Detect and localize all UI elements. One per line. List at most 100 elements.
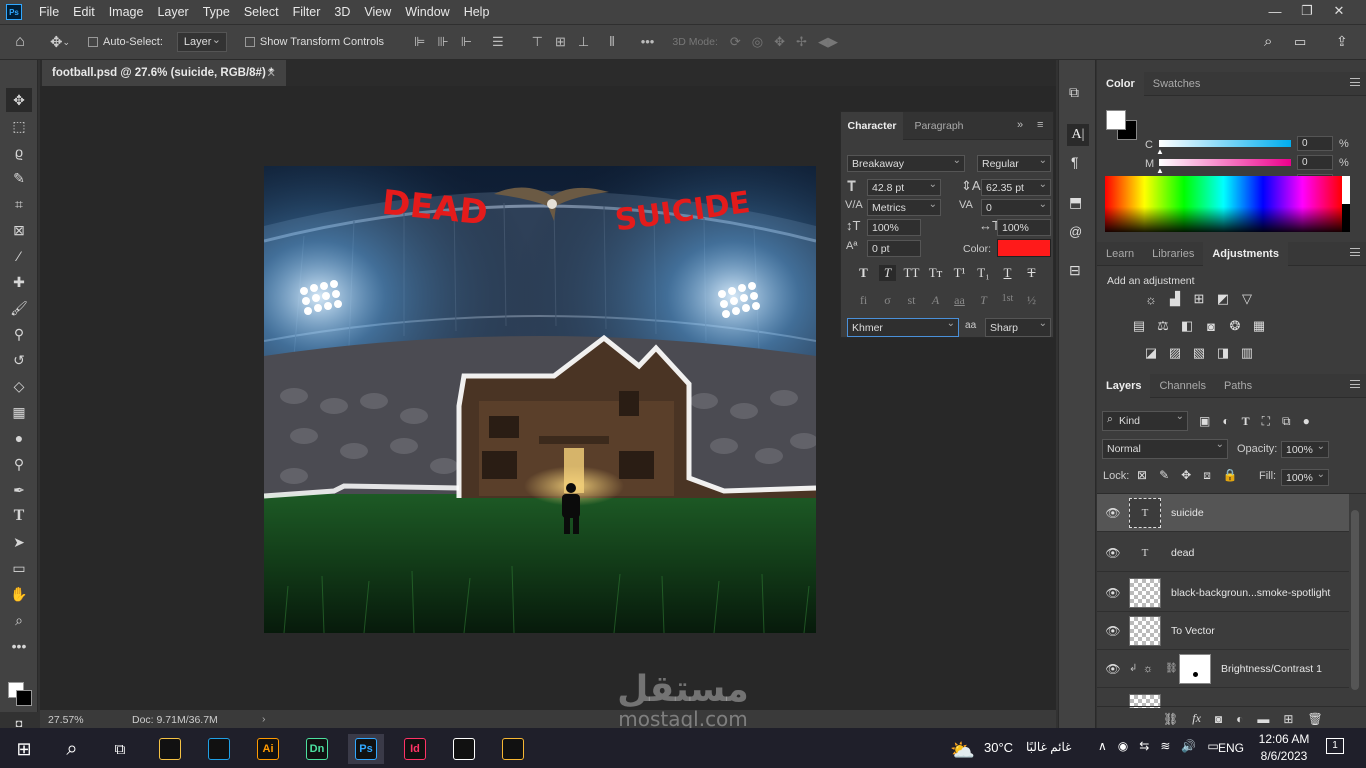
battery-icon[interactable]: ▭ [1207,739,1218,753]
fractions-button[interactable]: ½ [1023,293,1040,308]
lock-transparent-icon[interactable]: ⊠ [1137,468,1147,483]
align-left-icon[interactable]: ⊫ [414,34,425,50]
visibility-eye-icon[interactable]: 👁 [1097,586,1129,600]
layer-name[interactable]: suicide [1171,507,1204,519]
lock-all-icon[interactable]: 🔒 [1223,468,1238,483]
glyphs-panel-icon[interactable]: @ [1069,224,1082,239]
edit-toolbar-icon[interactable]: ••• [6,634,32,658]
taskbar-app-photoshop[interactable]: Ps [348,734,384,764]
crop-tool[interactable]: ⌗ [6,192,32,216]
fx-icon[interactable]: fx [1192,711,1201,726]
search-icon[interactable]: ⌕ [1264,33,1272,50]
paragraph-panel-icon[interactable]: ¶ [1071,154,1079,170]
menu-filter[interactable]: Filter [286,5,328,19]
blur-tool[interactable]: ● [6,426,32,450]
eraser-tool[interactable]: ◇ [6,374,32,398]
menu-3d[interactable]: 3D [327,5,357,19]
pen-tool[interactable]: ✒ [6,478,32,502]
filter-pixel-icon[interactable]: ▣ [1199,414,1210,429]
drag-3d-icon[interactable]: ✥ [774,34,785,50]
minimize-icon[interactable]: — [1258,0,1292,22]
spectrum-white[interactable] [1342,176,1350,204]
brush-tool[interactable]: 🖌 [6,296,32,320]
levels-adj-icon[interactable]: ▟ [1167,291,1183,306]
wifi-icon[interactable]: ≋ [1160,739,1170,753]
slide-3d-icon[interactable]: ✢ [796,34,807,50]
spectrum-black[interactable] [1342,204,1350,232]
layer-row-dead[interactable]: 👁 T dead [1097,534,1349,572]
properties-panel-icon[interactable]: ⊟ [1069,262,1081,279]
menu-help[interactable]: Help [457,5,497,19]
blend-mode-select[interactable]: Normal [1102,439,1228,459]
menu-view[interactable]: View [357,5,398,19]
layer-name[interactable]: dead [1171,547,1194,559]
volume-icon[interactable]: 🔊 [1181,739,1196,753]
layer-row-brightness[interactable]: 👁 ↲ ☼ ⛓ Brightness/Contrast 1 [1097,650,1349,688]
align-top-icon[interactable]: ⊤ [532,34,543,50]
filter-shape-icon[interactable]: ⛶ [1262,414,1270,429]
antialias-select[interactable]: Sharp [985,318,1051,337]
invert-adj-icon[interactable]: ◪ [1143,345,1159,360]
more-options-icon[interactable]: ••• [641,34,655,50]
visibility-eye-icon[interactable]: 👁 [1097,506,1129,520]
lock-artboard-icon[interactable]: ⧈ [1203,468,1211,483]
tab-color[interactable]: Color [1097,71,1144,96]
distribute-icon[interactable]: ☰ [492,34,504,50]
document-canvas[interactable]: DEAD SUICIDE [264,166,816,633]
color-spectrum[interactable] [1105,176,1342,232]
adjust-panel-menu-icon[interactable] [1350,248,1360,256]
show-transform-checkbox[interactable] [244,37,255,47]
stylistic-alternates-button[interactable]: aa [951,293,968,308]
taskbar-app-file-explorer[interactable] [152,734,188,764]
eyedropper-tool[interactable]: ⁄ [6,244,32,268]
gradient-map-adj-icon[interactable]: ▥ [1239,345,1255,360]
strikethrough-button[interactable]: T [1023,265,1040,281]
text-color-swatch[interactable] [997,239,1051,257]
weather-text[interactable]: غائم غالبًا [1026,740,1071,754]
tab-paragraph[interactable]: Paragraph [903,112,975,140]
leading-field[interactable]: 62.35 pt [981,179,1051,196]
new-group-icon[interactable]: ▬ [1257,712,1269,726]
frame-tool[interactable]: ⊠ [6,218,32,242]
threshold-adj-icon[interactable]: ▧ [1191,345,1207,360]
tab-learn[interactable]: Learn [1097,242,1143,266]
lock-image-icon[interactable]: ✎ [1159,468,1169,483]
dodge-tool[interactable]: ⚲ [6,452,32,476]
taskbar-app-tiktok[interactable] [446,734,482,764]
color-lookup-adj-icon[interactable]: ▦ [1251,318,1267,333]
taskbar-app-other[interactable] [495,734,531,764]
selective-color-adj-icon[interactable]: ◨ [1215,345,1231,360]
workspace-icon[interactable]: ▭ [1294,34,1306,50]
all-caps-button[interactable]: TT [903,265,920,281]
tray-chevron-icon[interactable]: ∧ [1098,739,1107,753]
language-select[interactable]: Khmer [847,318,959,337]
bw-adj-icon[interactable]: ◧ [1179,318,1195,333]
windows-start-icon[interactable]: ⊞ [6,734,42,764]
add-mask-icon[interactable]: ◙ [1215,712,1222,726]
channel-mixer-adj-icon[interactable]: ❂ [1227,318,1243,333]
close-tab-icon[interactable]: ✕ [266,66,276,80]
color-panel-menu-icon[interactable] [1350,78,1360,86]
clock-time[interactable]: 12:06 AM [1256,732,1312,746]
font-style-select[interactable]: Regular [977,155,1051,172]
taskbar-app-edge[interactable] [201,734,237,764]
filter-type-icon[interactable]: T [1242,414,1250,429]
vertical-scale-field[interactable]: 100% [867,219,921,236]
search-taskbar-icon[interactable]: ⌕ [54,734,90,764]
document-tab[interactable]: football.psd @ 27.6% (suicide, RGB/8#) *… [42,60,286,86]
vibrance-adj-icon[interactable]: ▽ [1239,291,1255,306]
align-right-icon[interactable]: ⊩ [461,34,472,50]
cmyk-m-slider[interactable] [1159,159,1291,166]
cmyk-c-slider[interactable] [1159,140,1291,147]
temperature[interactable]: 30°C [984,740,1013,755]
panel-menu-icon[interactable]: ≡ [1037,119,1043,131]
slider-thumb-icon[interactable]: ▲ [1156,147,1164,156]
menu-image[interactable]: Image [102,5,151,19]
link-layers-icon[interactable]: ⛓ [1163,712,1178,726]
layer-name[interactable]: Brightness/Contrast 1 [1221,663,1322,675]
tab-swatches[interactable]: Swatches [1144,72,1210,96]
taskbar-app-illustrator[interactable]: Ai [250,734,286,764]
tray-network-switch-icon[interactable]: ⇆ [1139,739,1149,753]
new-layer-icon[interactable]: ⊞ [1283,712,1293,726]
auto-select-checkbox[interactable] [88,37,98,47]
